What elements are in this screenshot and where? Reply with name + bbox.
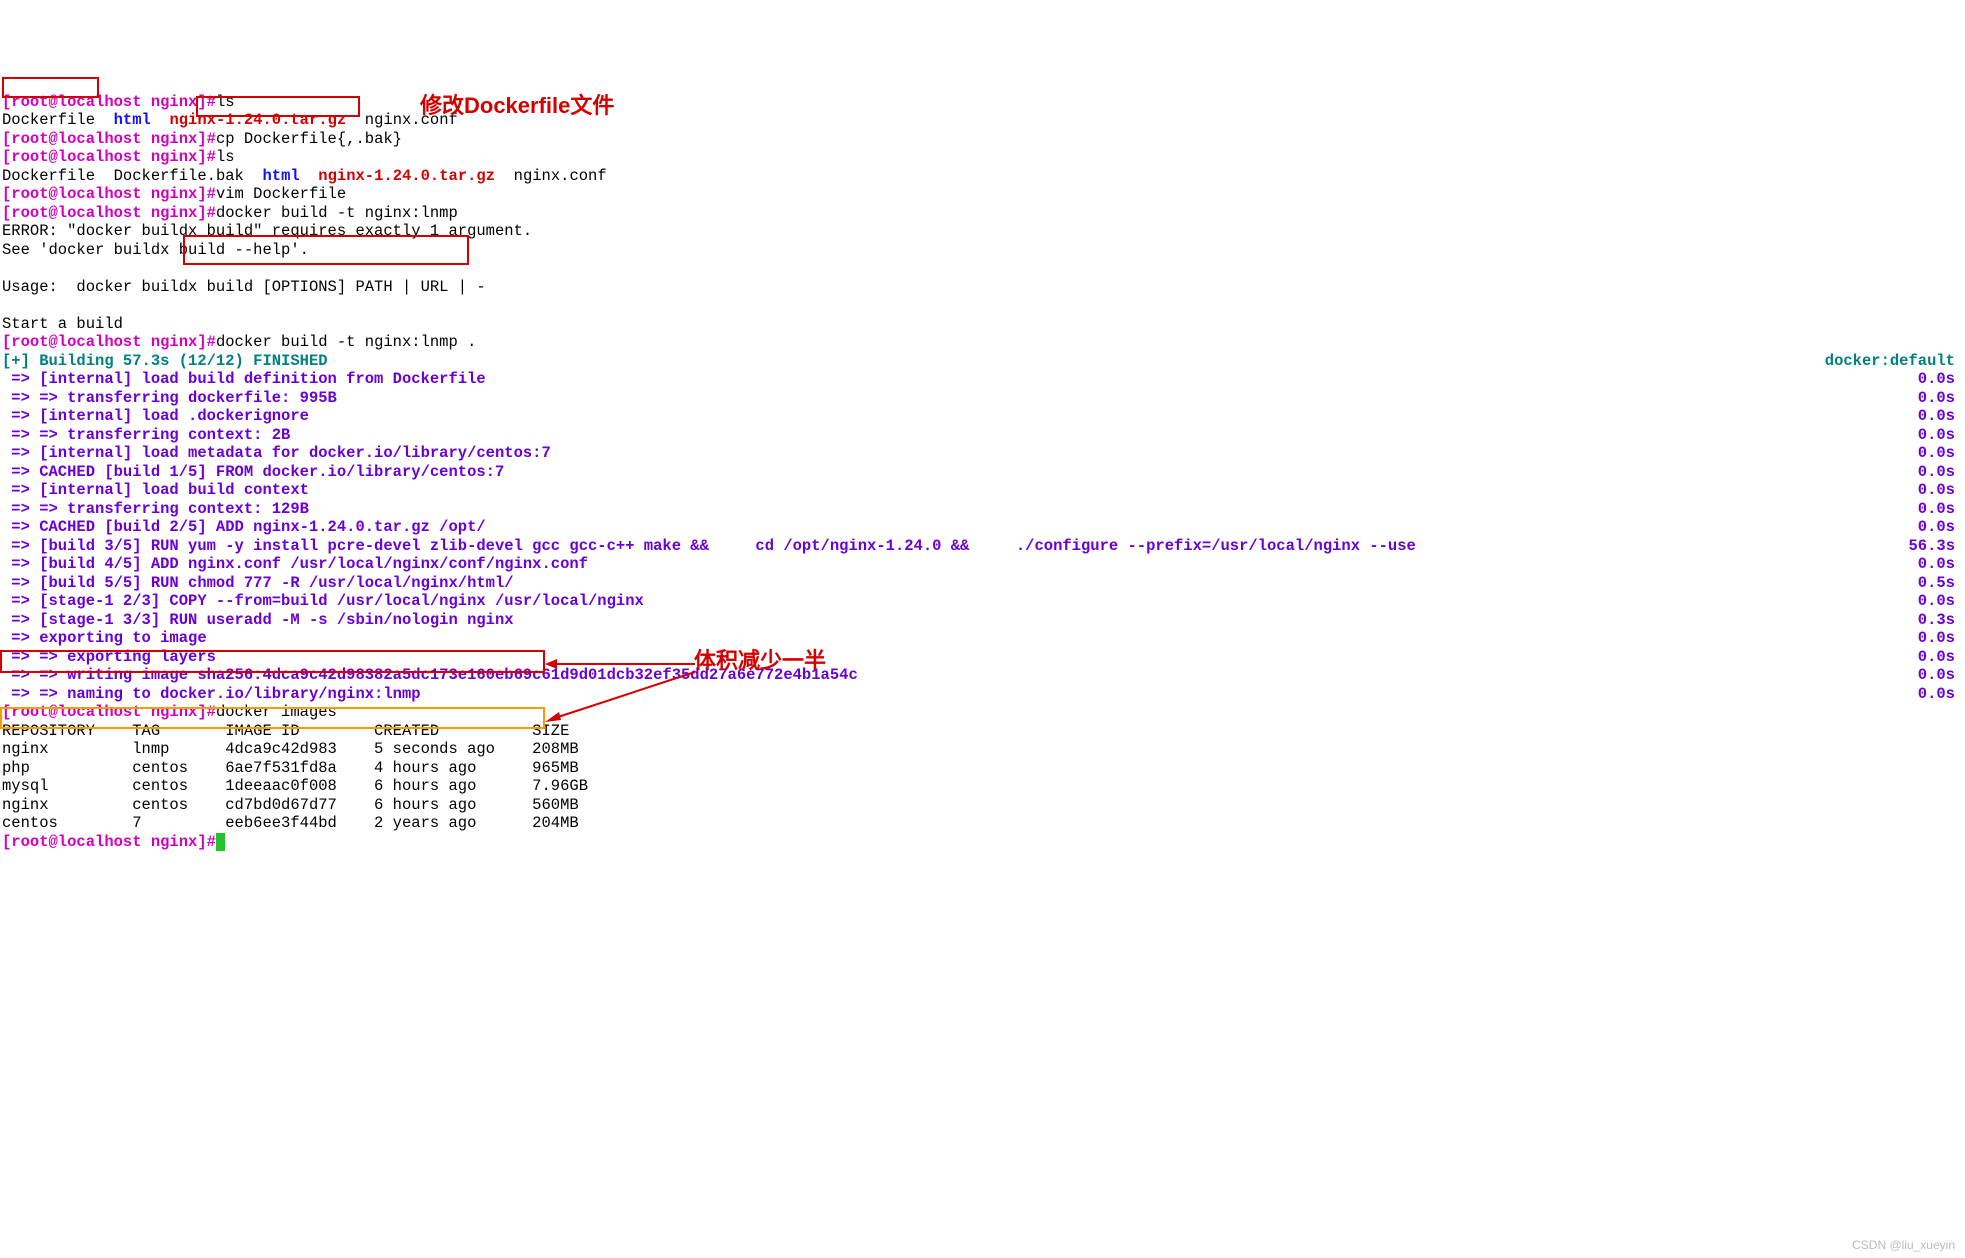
ls-file: nginx.conf	[514, 167, 607, 185]
build-step: => [internal] load build definition from…	[2, 370, 486, 389]
prompt: [root@localhost nginx]#	[2, 130, 216, 148]
build-step-time: 0.0s	[1918, 592, 1955, 611]
build-step-time: 0.0s	[1918, 389, 1955, 408]
build-header: [+] Building 57.3s (12/12) FINISHED	[2, 352, 328, 370]
arrow-icon	[545, 670, 695, 725]
build-step-time: 0.0s	[1918, 555, 1955, 574]
build-step: => [internal] load metadata for docker.i…	[2, 444, 551, 463]
table-row: mysql centos 1deeaac0f008 6 hours ago 7.…	[2, 777, 607, 795]
build-step-time: 0.0s	[1918, 370, 1955, 389]
error-line: Start a build	[2, 315, 123, 333]
ls-dir: html	[114, 111, 151, 129]
build-step: => [build 5/5] RUN chmod 777 -R /usr/loc…	[2, 574, 514, 593]
command: docker build -t nginx:lnmp	[216, 204, 458, 222]
build-step-time: 0.0s	[1918, 463, 1955, 482]
table-row: php centos 6ae7f531fd8a 4 hours ago 965M…	[2, 759, 607, 777]
command: vim Dockerfile	[216, 185, 346, 203]
build-step: => CACHED [build 2/5] ADD nginx-1.24.0.t…	[2, 518, 486, 537]
build-step-time: 0.0s	[1918, 685, 1955, 704]
table-row: nginx lnmp 4dca9c42d983 5 seconds ago 20…	[2, 740, 607, 758]
annotation-text: 体积减少一半	[694, 652, 826, 671]
build-context: docker:default	[1825, 352, 1963, 371]
highlight-box	[196, 96, 360, 117]
build-step: => => transferring dockerfile: 995B	[2, 389, 337, 408]
build-step-time: 0.0s	[1918, 407, 1955, 426]
build-step: => => naming to docker.io/library/nginx:…	[2, 685, 421, 704]
build-step-time: 0.0s	[1918, 648, 1955, 667]
prompt: [root@localhost nginx]#	[2, 833, 216, 851]
error-line: Usage: docker buildx build [OPTIONS] PAT…	[2, 278, 486, 296]
table-row: centos 7 eeb6ee3f44bd 2 years ago 204MB	[2, 814, 607, 832]
build-step-time: 0.5s	[1918, 574, 1955, 593]
build-step: => exporting to image	[2, 629, 207, 648]
table-row: nginx centos cd7bd0d67d77 6 hours ago 56…	[2, 796, 607, 814]
build-step-time: 56.3s	[1908, 537, 1955, 556]
build-step-time: 0.0s	[1918, 666, 1955, 685]
build-step: => [internal] load .dockerignore	[2, 407, 309, 426]
highlight-box	[0, 650, 545, 673]
ls-file: Dockerfile	[2, 167, 95, 185]
ls-file: Dockerfile.bak	[114, 167, 244, 185]
prompt: [root@localhost nginx]#	[2, 148, 216, 166]
watermark: CSDN @liu_xueyin	[1852, 1236, 1955, 1255]
command: ls	[216, 148, 235, 166]
prompt: [root@localhost nginx]#	[2, 333, 216, 351]
prompt: [root@localhost nginx]#	[2, 185, 216, 203]
build-step-time: 0.0s	[1918, 426, 1955, 445]
command: cp Dockerfile{,.bak}	[216, 130, 402, 148]
build-step: => CACHED [build 1/5] FROM docker.io/lib…	[2, 463, 504, 482]
build-step: => [internal] load build context	[2, 481, 309, 500]
build-step-time: 0.0s	[1918, 481, 1955, 500]
build-step-time: 0.0s	[1918, 629, 1955, 648]
build-step: => [build 3/5] RUN yum -y install pcre-d…	[2, 537, 1416, 556]
ls-dir: html	[262, 167, 299, 185]
terminal-output: [root@localhost nginx]#ls Dockerfile htm…	[0, 74, 1965, 851]
highlight-box	[2, 77, 99, 98]
build-step-time: 0.3s	[1918, 611, 1955, 630]
arrow-icon	[545, 658, 695, 670]
command: docker build -t nginx:lnmp .	[216, 333, 476, 351]
build-step-time: 0.0s	[1918, 500, 1955, 519]
build-step: => => transferring context: 2B	[2, 426, 290, 445]
ls-file: Dockerfile	[2, 111, 95, 129]
build-step-time: 0.0s	[1918, 518, 1955, 537]
ls-archive: nginx-1.24.0.tar.gz	[318, 167, 495, 185]
annotation-text: 修改Dockerfile文件	[420, 97, 614, 116]
highlight-box	[0, 707, 545, 729]
build-step-time: 0.0s	[1918, 444, 1955, 463]
build-step: => [build 4/5] ADD nginx.conf /usr/local…	[2, 555, 588, 574]
build-step: => [stage-1 3/3] RUN useradd -M -s /sbin…	[2, 611, 514, 630]
highlight-box	[183, 235, 469, 265]
build-step: => [stage-1 2/3] COPY --from=build /usr/…	[2, 592, 644, 611]
prompt: [root@localhost nginx]#	[2, 204, 216, 222]
cursor-icon	[216, 833, 225, 850]
build-step: => => transferring context: 129B	[2, 500, 309, 519]
